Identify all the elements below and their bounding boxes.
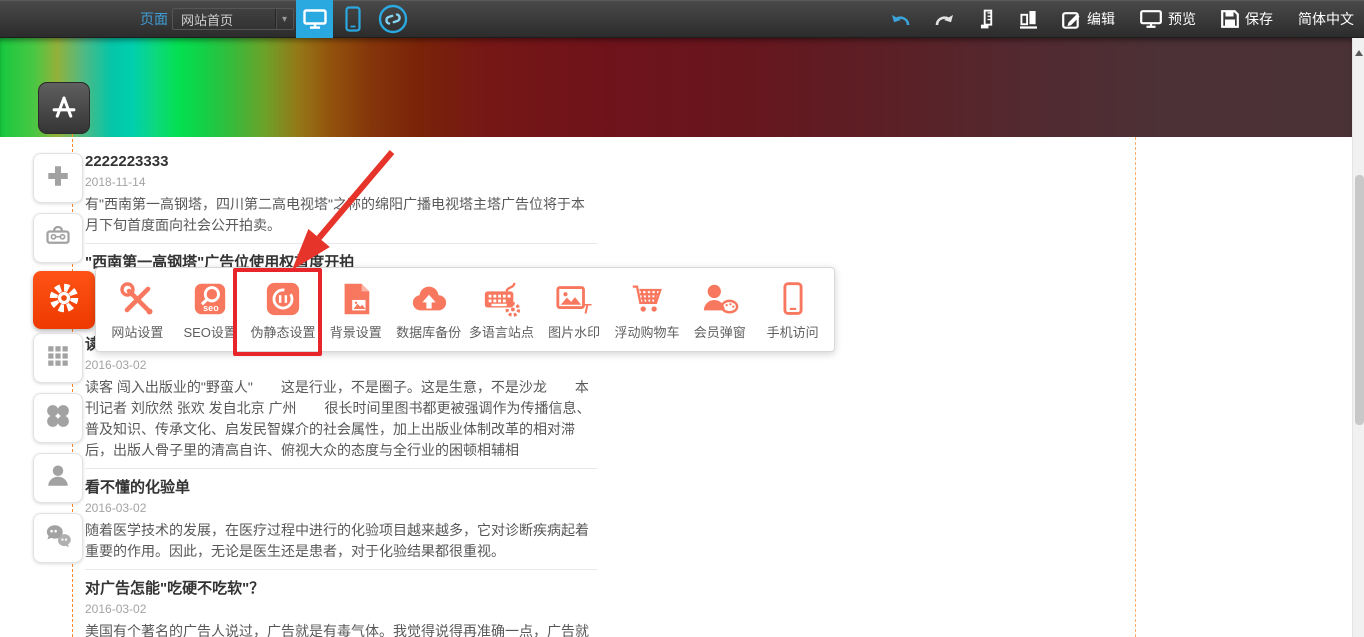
top-toolbar: 页面 网站首页 ▾ 编辑 预览 保存 简体中文 (0, 0, 1364, 38)
save-icon (1221, 10, 1239, 28)
toolbar-actions: 编辑 预览 保存 简体中文 (890, 0, 1354, 38)
news-item-title[interactable]: 对广告怎能"吃硬不吃软"？ (85, 579, 597, 599)
popup-item-cloud-backup[interactable]: 数据库备份 (392, 268, 465, 351)
popup-item-mobile-access[interactable]: 手机访问 (756, 268, 829, 351)
preview-button[interactable]: 预览 (1140, 9, 1196, 29)
background-page-icon (337, 278, 375, 320)
member-popup-icon (700, 278, 740, 320)
svg-text:T: T (582, 301, 592, 317)
language-selector[interactable]: 简体中文 (1298, 9, 1354, 29)
popup-item-label: 图片水印 (548, 322, 600, 341)
news-item-excerpt: 读客 闯入出版业的"野蛮人" 这是行业，不是圈子。这是生意，不是沙龙 本刊记者 … (85, 377, 597, 461)
scroll-up-arrow-icon[interactable] (1355, 50, 1363, 56)
popup-item-image-watermark[interactable]: T 图片水印 (538, 268, 611, 351)
popup-item-label: 多语言站点 (469, 322, 534, 341)
preview-button-label: 预览 (1168, 9, 1196, 29)
news-list: 2222223333 2018-11-14 有"西南第一高钢塔，四川第二高电视塔"之… (85, 152, 597, 637)
sidebar-item-components[interactable] (33, 393, 83, 443)
news-item-date: 2016-03-02 (85, 358, 597, 372)
add-icon (43, 161, 73, 196)
news-item: 对广告怎能"吃硬不吃软"？ 2016-03-02 美国有个著名的广告人说过，广告就是… (85, 579, 597, 637)
mobile-access-icon (775, 278, 811, 320)
toolbox-icon (43, 221, 73, 256)
sidebar-item-add[interactable] (33, 153, 83, 203)
app-store-tile[interactable] (38, 82, 90, 134)
popup-item-label: 浮动购物车 (614, 322, 679, 341)
settings-popup: 网站设置 seo SEO设置伪静态设置背景设置数据库备份多语言站点 T 图片水印浮动购物… (95, 267, 835, 352)
edit-icon (1062, 10, 1081, 29)
sidebar-item-chat[interactable] (33, 513, 83, 563)
news-item: 看不懂的化验单 2016-03-02 随着医学技术的发展，在医疗过程中进行的化验项目… (85, 478, 597, 562)
stats-icon[interactable] (1020, 10, 1037, 29)
popup-item-keyboard-gear[interactable]: 多语言站点 (465, 268, 538, 351)
image-watermark-icon: T (554, 278, 594, 320)
ruler-icon[interactable] (980, 9, 995, 30)
popup-item-label: 会员弹窗 (694, 322, 746, 341)
sidebar-item-user[interactable] (33, 453, 83, 503)
popup-item-wrench[interactable]: 网站设置 (101, 268, 174, 351)
popup-item-label: 背景设置 (330, 322, 382, 341)
popup-item-label: 手机访问 (767, 322, 819, 341)
popup-item-pseudo-static[interactable]: 伪静态设置 (247, 268, 320, 351)
popup-item-label: SEO设置 (183, 322, 236, 341)
news-item-excerpt: 随着医学技术的发展，在医疗过程中进行的化验项目越来越多，它对诊断疾病起着重要的作… (85, 520, 597, 562)
news-item: 2222223333 2018-11-14 有"西南第一高钢塔，四川第二高电视塔"之… (85, 152, 597, 236)
site-builder-window: 页面 网站首页 ▾ 编辑 预览 保存 简体中文 (0, 0, 1364, 637)
settings-gear-icon (45, 279, 83, 322)
popup-item-label: 伪静态设置 (250, 322, 315, 341)
cart-icon (628, 278, 666, 320)
layout-guide-right (1135, 137, 1136, 637)
news-item-excerpt: 有"西南第一高钢塔，四川第二高电视塔"之称的绵阳广播电视塔主塔广告位将于本月下旬… (85, 194, 597, 236)
chevron-down-icon: ▾ (275, 9, 293, 29)
desktop-view-button[interactable] (296, 0, 333, 38)
popup-item-seo[interactable]: seo SEO设置 (174, 268, 247, 351)
grid-icon (43, 341, 73, 376)
popup-item-label: 数据库备份 (396, 322, 461, 341)
popup-item-member-popup[interactable]: 会员弹窗 (683, 268, 756, 351)
seo-icon: seo (191, 278, 229, 320)
svg-text:seo: seo (203, 303, 219, 313)
sidebar-item-toolbox[interactable] (33, 213, 83, 263)
save-button-label: 保存 (1245, 9, 1273, 29)
news-item-date: 2016-03-02 (85, 602, 597, 616)
popup-item-background-page[interactable]: 背景设置 (319, 268, 392, 351)
pseudo-static-icon (264, 278, 302, 320)
keyboard-gear-icon (481, 278, 521, 320)
scrollbar-thumb[interactable] (1355, 175, 1364, 425)
news-item-excerpt: 美国有个著名的广告人说过，广告就是有毒气体。我觉得说得再准确一点，广告就是神经毒… (85, 621, 597, 637)
news-item-date: 2018-11-14 (85, 175, 597, 189)
edit-button-label: 编辑 (1087, 9, 1115, 29)
news-item-date: 2016-03-02 (85, 501, 597, 515)
page-label: 页面 (140, 0, 168, 38)
mobile-view-button[interactable] (338, 0, 368, 38)
components-icon (43, 401, 73, 436)
vertical-scrollbar[interactable] (1352, 38, 1364, 637)
redo-icon[interactable] (935, 12, 955, 27)
save-button[interactable]: 保存 (1221, 9, 1273, 29)
news-item: 读客图书:闯入出版业的"野蛮人"搅动中国图书出版市场2016-03-02读客 闯… (85, 335, 597, 461)
page-select-value: 网站首页 (173, 10, 275, 29)
divider (85, 569, 597, 570)
news-item-title[interactable]: 2222223333 (85, 152, 597, 172)
popup-item-label: 网站设置 (111, 322, 163, 341)
undo-icon[interactable] (890, 12, 910, 27)
popup-item-cart[interactable]: 浮动购物车 (611, 268, 684, 351)
sidebar-item-grid[interactable] (33, 333, 83, 383)
sidebar-item-settings-gear[interactable] (33, 271, 95, 329)
divider (85, 243, 597, 244)
link-button[interactable] (374, 0, 412, 38)
edit-button[interactable]: 编辑 (1062, 9, 1115, 29)
user-icon (43, 461, 73, 496)
chat-icon (42, 520, 74, 557)
wrench-icon (117, 278, 157, 320)
preview-icon (1140, 10, 1162, 28)
divider (85, 468, 597, 469)
page-select-dropdown[interactable]: 网站首页 ▾ (172, 8, 294, 30)
news-item-title[interactable]: 看不懂的化验单 (85, 478, 597, 498)
page-banner (0, 38, 1352, 137)
cloud-backup-icon (408, 278, 450, 320)
